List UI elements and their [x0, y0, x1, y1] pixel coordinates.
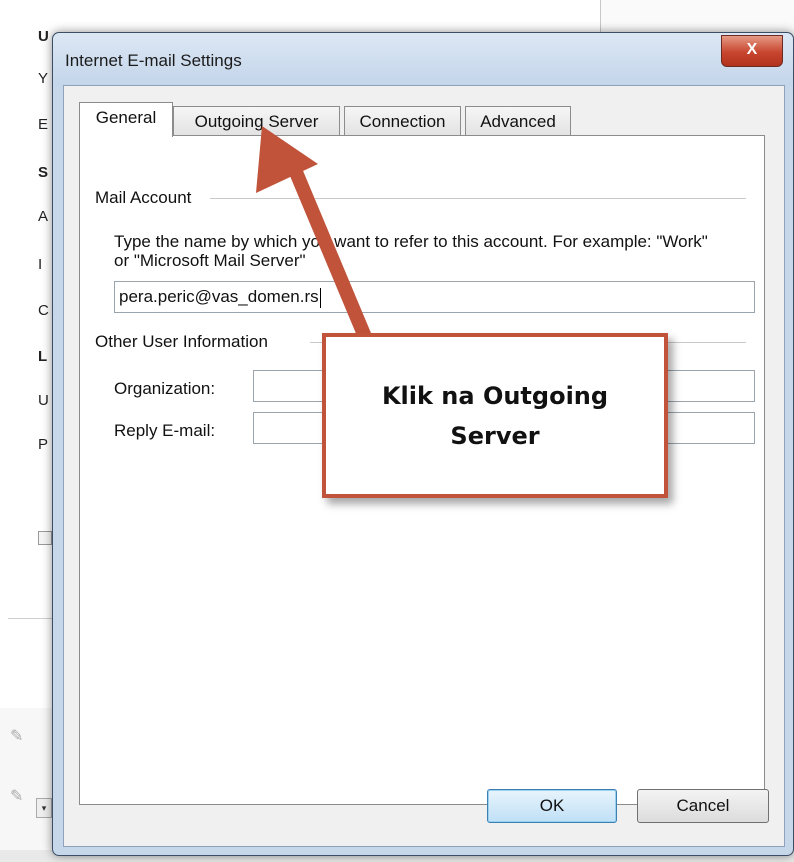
background-row-initial: Y — [38, 70, 49, 87]
tab-advanced[interactable]: Advanced — [465, 106, 571, 136]
cancel-button-label: Cancel — [676, 796, 730, 815]
text-caret — [319, 287, 321, 308]
close-icon: X — [746, 41, 758, 58]
dialog-titlebar[interactable]: Internet E-mail Settings X — [53, 33, 793, 85]
account-name-input[interactable]: pera.peric@vas_domen.rs — [114, 281, 755, 313]
mail-account-group-label: Mail Account — [95, 188, 198, 208]
organization-label: Organization: — [114, 379, 216, 398]
background-checkbox — [38, 531, 52, 545]
background-row-initial: L — [38, 348, 48, 365]
group-divider — [210, 198, 746, 199]
background-row-initial: U — [38, 28, 49, 45]
background-row-initial: S — [38, 164, 49, 181]
callout-text: Klik na Outgoing Server — [381, 381, 609, 450]
ok-button-label: OK — [539, 796, 565, 815]
background-dropdown-arrow: ▾ — [36, 798, 52, 818]
account-name-description: Type the name by which you want to refer… — [114, 232, 708, 270]
background-row-initial: P — [38, 436, 49, 453]
ok-button[interactable]: OK — [487, 789, 617, 823]
tab-outgoing-server[interactable]: Outgoing Server — [173, 106, 340, 136]
background-row-initial: E — [38, 116, 49, 133]
background-row-initial: C — [38, 302, 49, 319]
tab-label: Outgoing Server — [194, 112, 319, 131]
close-button[interactable]: X — [721, 35, 783, 67]
background-row-initial: A — [38, 208, 49, 225]
dialog-title: Internet E-mail Settings — [65, 51, 242, 70]
annotation-callout: Klik na Outgoing Server — [322, 333, 668, 498]
tab-label: General — [95, 108, 157, 127]
reply-email-label: Reply E-mail: — [114, 421, 216, 440]
tab-general[interactable]: General — [79, 102, 173, 137]
background-row-initial: U — [38, 392, 49, 409]
cancel-button[interactable]: Cancel — [637, 789, 769, 823]
tab-label: Advanced — [480, 112, 556, 131]
tab-connection[interactable]: Connection — [344, 106, 461, 136]
background-row-initial: I — [38, 256, 43, 273]
account-name-value: pera.peric@vas_domen.rs — [119, 287, 319, 306]
tab-label: Connection — [359, 112, 446, 131]
other-user-info-group-label: Other User Information — [95, 332, 274, 352]
